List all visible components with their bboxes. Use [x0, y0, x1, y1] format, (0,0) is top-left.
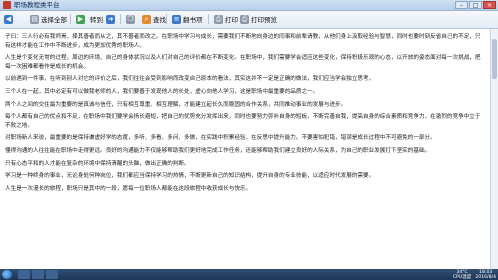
- paragraph: 子曰：三人行必有我师焉，择其善者而从之，其不善者而改之。在职场中学习与成长，需要…: [5, 34, 481, 49]
- taskbar-app-icon[interactable]: [32, 270, 44, 279]
- page-label: 翻书项: [183, 16, 203, 24]
- print-label: 打印: [225, 16, 238, 24]
- find-label: 查找: [153, 16, 166, 24]
- paragraph: 人生是个变化无常的过程，周边的环境、自己的身体状况以及人们对自己的评价都在不断变…: [5, 55, 481, 70]
- back-icon: ◀: [4, 14, 13, 24]
- paragraph: 每个人都有自己的优点和不足，在职场中我们要学会扬长避短，把自己的优势充分发挥出来…: [5, 114, 481, 129]
- toolbar-separator: [70, 14, 71, 24]
- paragraph: 三个人在一起，其中必定有可以做我老师的人，我们要善于发现他人的长处，虚心向他人学…: [5, 88, 319, 95]
- print-preview-icon: ⎙: [240, 14, 249, 24]
- close-button[interactable]: ×: [483, 1, 496, 9]
- bookmark-icon: ≡: [172, 14, 181, 24]
- search-icon: ⌕: [142, 14, 151, 24]
- reader-window: 职场教程类平台 – □ × ◀ ▤ 选择全部 ▶ 转到 ➜ ❐ ⌕ 查找 ≡ 翻…: [0, 0, 498, 269]
- taskbar-app-icon[interactable]: [46, 270, 58, 279]
- start-button[interactable]: [2, 270, 12, 279]
- print-preview-button[interactable]: ⎙ 打印预览: [240, 13, 277, 25]
- paragraph: 以前遇到一件事，在听到别人对它的评价之后，我们往往会受到影响而改变自己原本的看法…: [5, 76, 375, 83]
- taskbar-apps: [18, 270, 58, 279]
- goto-icon: ➜: [106, 14, 115, 24]
- paragraph: 学习是一种终身的事业，无论身处何种岗位，我们都应当保持学习的热情，不断更新自己的…: [5, 173, 375, 180]
- window-title: 职场教程类平台: [14, 1, 60, 9]
- cpu-temperature: 34°C CPU温度: [452, 269, 472, 280]
- paragraph: 人生是一次漫长的旅程，职场只是其中的一段，愿每一位职场人都能在这段旅程中收获成长…: [5, 185, 252, 192]
- copy-button[interactable]: ❐: [126, 13, 135, 25]
- toolbar: ◀ ▤ 选择全部 ▶ 转到 ➜ ❐ ⌕ 查找 ≡ 翻书项 ⎙ 打印 ⎙ 打印预览: [0, 11, 498, 29]
- select-all-label: 选择全部: [41, 16, 67, 24]
- copy-icon: ❐: [126, 14, 135, 24]
- window-controls: – □ ×: [455, 1, 496, 9]
- scrollbar-thumb[interactable]: [492, 39, 497, 79]
- maximize-button[interactable]: □: [469, 1, 482, 9]
- print-button[interactable]: ⎙ 打印: [214, 13, 238, 25]
- page-button[interactable]: ≡ 翻书项: [172, 13, 203, 25]
- goto-arrow-button[interactable]: ➜: [106, 13, 115, 25]
- toolbar-separator: [166, 14, 167, 24]
- forward-button[interactable]: ▶: [76, 13, 85, 25]
- title-bar: 职场教程类平台 – □ ×: [0, 0, 498, 11]
- minimize-button[interactable]: –: [455, 1, 468, 9]
- toolbar-separator: [120, 14, 121, 24]
- app-icon: [3, 1, 11, 9]
- select-all-icon: ▤: [30, 14, 39, 24]
- goto-label: 转到: [90, 16, 103, 24]
- goto-button[interactable]: 转到: [90, 13, 103, 25]
- print-icon: ⎙: [214, 14, 223, 24]
- paragraph: 懂得沟通的人往往能在职场中走得更远。良好的沟通能力不仅能够帮助我们更好地完成工作…: [5, 147, 431, 154]
- toolbar-separator: [208, 14, 209, 24]
- find-button[interactable]: ⌕ 查找: [142, 13, 166, 25]
- taskbar: 34°C CPU温度 18:03 2016/8/4: [0, 269, 498, 280]
- vertical-scrollbar[interactable]: [490, 29, 498, 269]
- system-tray: 34°C CPU温度 18:03 2016/8/4: [453, 269, 496, 280]
- paragraph: 只有心态平和的人才能在复杂的环境中保持清醒的头脑，做出正确的判断。: [5, 160, 190, 167]
- paragraph: 对职场新人来说，最重要的是保持谦虚好学的态度，多听、多看、多问、多做，在实践中积…: [5, 135, 436, 142]
- document-content: 子曰：三人行必有我师焉，择其善者而从之，其不善者而改之。在职场中学习与成长，需要…: [0, 29, 490, 269]
- clock[interactable]: 18:03 2016/8/4: [475, 270, 496, 280]
- back-button[interactable]: ◀: [4, 13, 13, 25]
- forward-icon: ▶: [76, 14, 85, 24]
- taskbar-app-icon[interactable]: [18, 270, 30, 279]
- select-all-button[interactable]: ▤ 选择全部: [30, 13, 67, 25]
- print-preview-label: 打印预览: [251, 16, 277, 24]
- paragraph: 两个人之间的交往最为重要的是真诚与信任，只有相互尊重、相互理解，才能建立起长久而…: [5, 101, 347, 108]
